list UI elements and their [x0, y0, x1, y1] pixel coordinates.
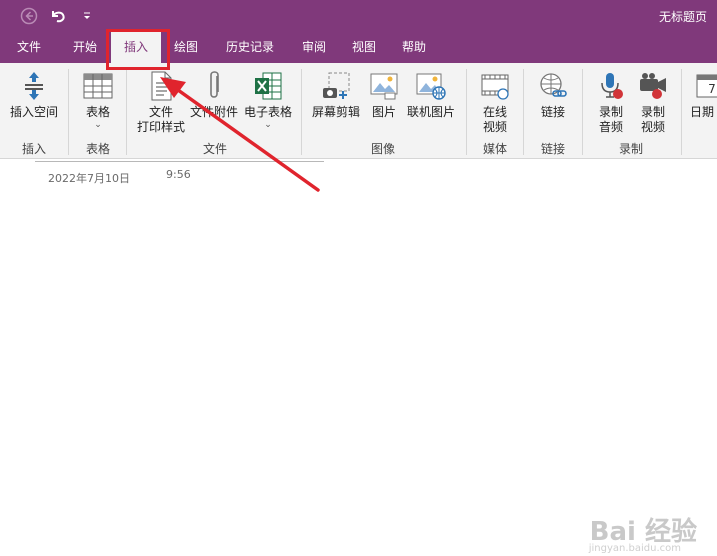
ribbon-separator	[523, 69, 524, 155]
ribbon: 插入空间 插入 表格 ⌄ 表格 文件 打印样式 文件附件 电子表格 ⌄ 文件 屏…	[0, 63, 717, 159]
ribbon-separator	[681, 69, 682, 155]
ribbon-separator	[126, 69, 127, 155]
video-icon	[478, 69, 512, 103]
svg-text:7: 7	[708, 82, 716, 96]
page-date: 2022年7月10日	[48, 172, 130, 185]
group-images-label: 图像	[370, 142, 395, 156]
insert-space-button[interactable]: 插入空间	[8, 69, 60, 120]
page-title-underline	[35, 161, 324, 162]
screen-clipping-label: 屏幕剪辑	[311, 105, 360, 119]
insert-space-icon	[17, 69, 51, 103]
link-button[interactable]: 链接	[532, 69, 574, 120]
online-video-label-2: 视频	[482, 120, 507, 134]
tab-home[interactable]: 开始	[62, 32, 108, 63]
chevron-down-icon: ⌄	[264, 120, 272, 130]
spreadsheet-label: 电子表格	[243, 105, 292, 119]
insert-space-label: 插入空间	[9, 105, 58, 119]
microphone-icon	[594, 69, 628, 103]
group-links-label: 链接	[540, 142, 565, 156]
group-table-label: 表格	[85, 142, 110, 156]
ribbon-separator	[68, 69, 69, 155]
record-audio-label-2: 音频	[598, 120, 623, 134]
file-printout-label-2: 打印样式	[136, 120, 185, 134]
picture-icon	[367, 69, 401, 103]
menu-bar: 文件 开始 插入 绘图 历史记录 审阅 视图 帮助	[0, 32, 717, 63]
table-button[interactable]: 表格 ⌄	[78, 69, 118, 130]
chevron-down-icon: ⌄	[94, 120, 102, 130]
group-file-label: 文件	[202, 142, 227, 156]
group-media-label: 媒体	[482, 142, 507, 156]
record-video-button[interactable]: 录制 视频	[632, 69, 674, 135]
screen-clipping-button[interactable]: 屏幕剪辑	[310, 69, 362, 120]
online-video-button[interactable]: 在线 视频	[474, 69, 516, 135]
tab-draw[interactable]: 绘图	[164, 32, 208, 63]
record-video-label-2: 视频	[640, 120, 665, 134]
group-recording-label: 录制	[618, 142, 643, 156]
page-time: 9:56	[166, 168, 191, 181]
file-printout-button[interactable]: 文件 打印样式	[134, 69, 188, 135]
video-camera-icon	[636, 69, 670, 103]
back-icon[interactable]	[19, 5, 39, 27]
online-picture-icon	[414, 69, 448, 103]
spreadsheet-button[interactable]: 电子表格 ⌄	[242, 69, 294, 130]
file-printout-icon	[144, 69, 178, 103]
ribbon-separator	[582, 69, 583, 155]
online-pictures-label: 联机图片	[406, 105, 455, 119]
tab-insert[interactable]: 插入	[111, 32, 161, 63]
file-attachment-label: 文件附件	[189, 105, 238, 119]
watermark-url: jingyan.baidu.com	[588, 543, 681, 554]
record-video-label-1: 录制	[640, 105, 665, 119]
link-icon	[536, 69, 570, 103]
date-button[interactable]: 7 日期	[690, 69, 717, 120]
screen-clipping-icon	[319, 69, 353, 103]
online-pictures-button[interactable]: 联机图片	[404, 69, 458, 120]
record-audio-button[interactable]: 录制 音频	[590, 69, 632, 135]
tab-help[interactable]: 帮助	[392, 32, 436, 63]
ribbon-separator	[301, 69, 302, 155]
link-label: 链接	[540, 105, 565, 119]
tab-view[interactable]: 视图	[342, 32, 386, 63]
ribbon-separator	[466, 69, 467, 155]
file-printout-label-1: 文件	[148, 105, 173, 119]
title-bar: 无标题页	[0, 0, 717, 32]
pictures-button[interactable]: 图片	[364, 69, 404, 120]
tab-file[interactable]: 文件	[8, 32, 50, 63]
table-icon	[81, 69, 115, 103]
group-insert-label: 插入	[21, 142, 46, 156]
excel-icon	[251, 69, 285, 103]
tab-history[interactable]: 历史记录	[218, 32, 282, 63]
pictures-label: 图片	[371, 105, 396, 119]
tab-review[interactable]: 审阅	[292, 32, 336, 63]
paperclip-icon	[197, 69, 231, 103]
customize-quick-access-icon[interactable]	[80, 5, 94, 27]
undo-icon[interactable]	[48, 5, 68, 27]
file-attachment-button[interactable]: 文件附件	[188, 69, 240, 120]
date-label: 日期	[690, 105, 715, 119]
online-video-label-1: 在线	[482, 105, 507, 119]
record-audio-label-1: 录制	[598, 105, 623, 119]
window-title: 无标题页	[658, 10, 707, 24]
table-label: 表格	[85, 105, 110, 119]
calendar-icon: 7	[690, 69, 717, 103]
